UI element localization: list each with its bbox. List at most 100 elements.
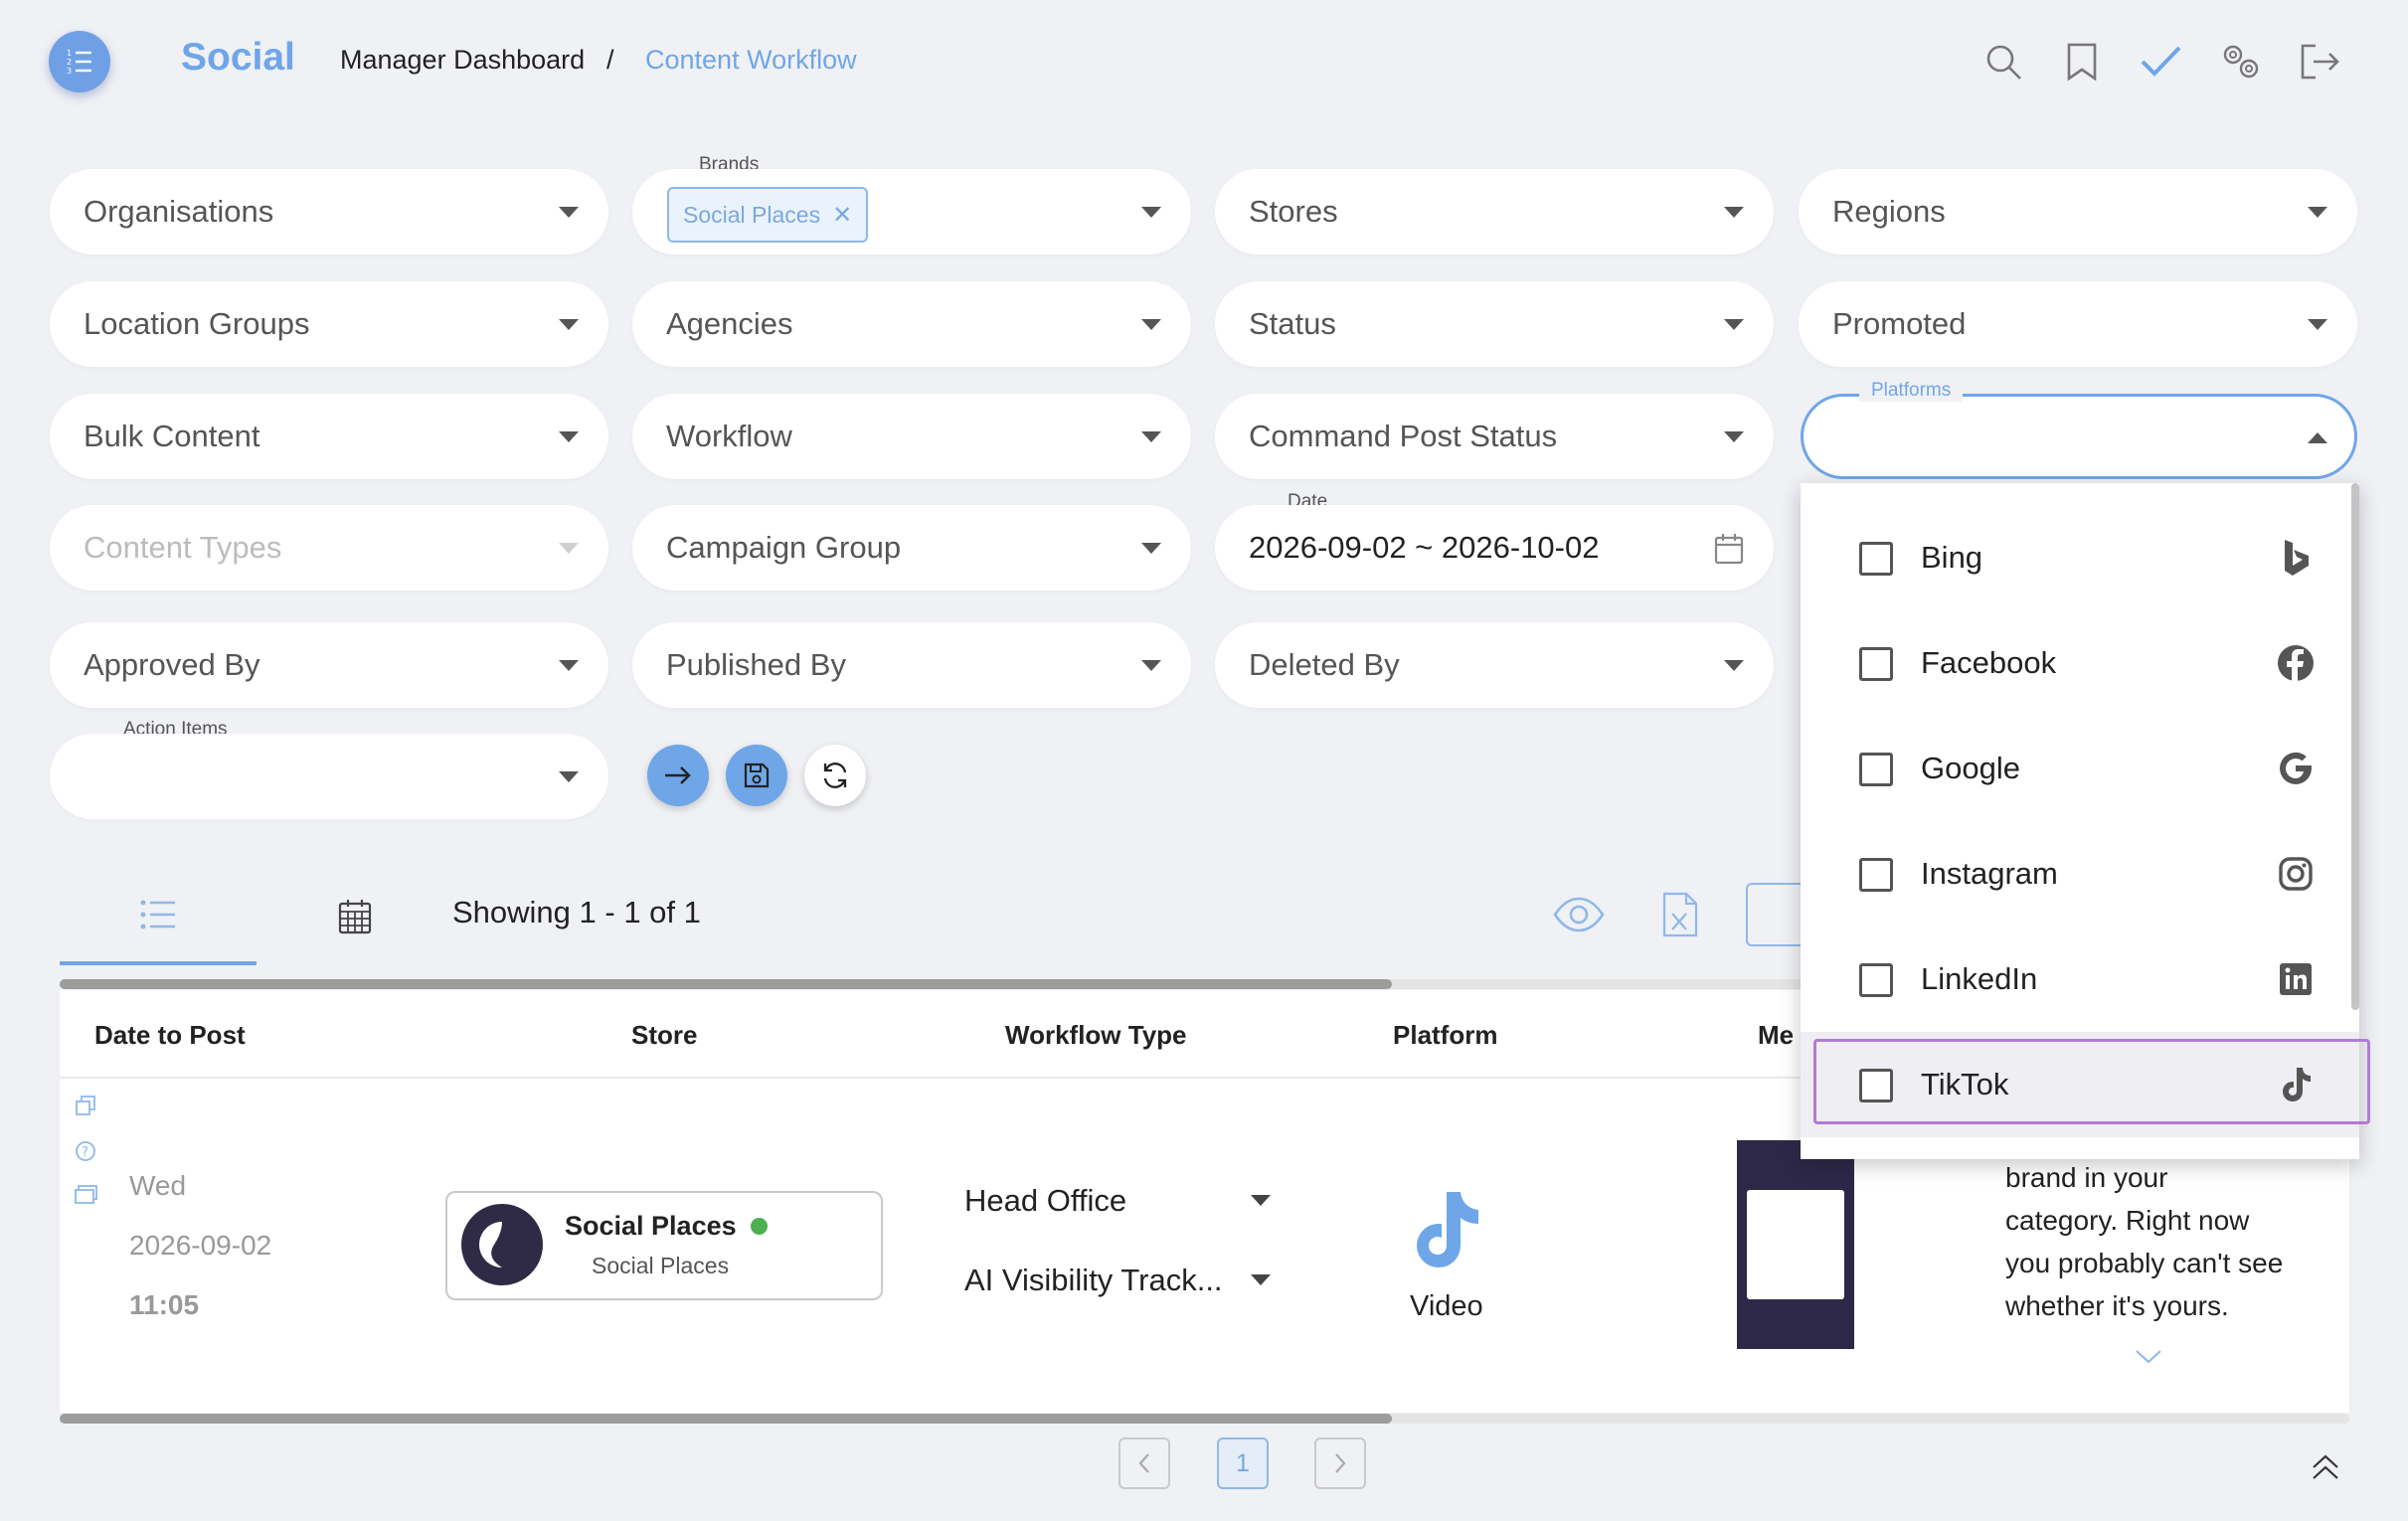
facebook-checkbox[interactable] (1859, 647, 1893, 681)
platform-option-google[interactable]: Google (1801, 716, 2359, 821)
close-icon[interactable]: ✕ (832, 201, 852, 230)
organisations-select[interactable]: Organisations (50, 169, 608, 254)
check-icon[interactable] (2137, 38, 2184, 85)
table-scrollbar-bottom[interactable] (60, 1414, 2349, 1424)
reset-filters-button[interactable] (804, 745, 866, 806)
calendar-icon[interactable] (1714, 533, 1744, 570)
prev-page-button[interactable] (1118, 1437, 1170, 1489)
caret-down-icon (2308, 319, 2327, 330)
platform-option-bing[interactable]: Bing (1801, 505, 2359, 610)
calendar-view-tab[interactable] (338, 899, 372, 939)
caret-down-icon (559, 207, 579, 218)
deleted-by-label: Deleted By (1249, 647, 1400, 682)
gallery-icon[interactable] (74, 1184, 99, 1211)
workflow-type-secondary[interactable]: AI Visibility Track... (964, 1263, 1223, 1298)
approved-by-select[interactable]: Approved By (50, 622, 608, 708)
bulk-content-label: Bulk Content (84, 419, 260, 453)
save-filters-button[interactable] (726, 745, 787, 806)
brand-chip-label: Social Places (683, 201, 821, 228)
tiktok-checkbox[interactable] (1859, 1069, 1893, 1102)
regions-select[interactable]: Regions (1799, 169, 2357, 254)
media-thumbnail[interactable] (1737, 1140, 1854, 1349)
breadcrumb-separator: / (606, 45, 614, 75)
column-header-platform[interactable]: Platform (1393, 1020, 1497, 1051)
apply-filters-button[interactable] (647, 745, 709, 806)
google-checkbox[interactable] (1859, 753, 1893, 786)
column-header-date[interactable]: Date to Post (94, 1020, 246, 1051)
scrollbar-thumb[interactable] (60, 1414, 1392, 1424)
column-header-workflow[interactable]: Workflow Type (1005, 1020, 1187, 1051)
duplicate-icon[interactable] (75, 1095, 96, 1121)
logout-icon[interactable] (2296, 38, 2343, 85)
campaign-group-select[interactable]: Campaign Group (632, 505, 1191, 591)
help-icon[interactable]: ? (75, 1140, 96, 1167)
location-groups-select[interactable]: Location Groups (50, 281, 608, 367)
content-types-select[interactable]: Content Types (50, 505, 608, 591)
promoted-select[interactable]: Promoted (1799, 281, 2357, 367)
action-items-select[interactable] (50, 734, 608, 819)
breadcrumb-root[interactable]: Manager Dashboard (340, 45, 585, 76)
platforms-float-label: Platforms (1859, 380, 1964, 402)
status-select[interactable]: Status (1215, 281, 1774, 367)
workflow-type-primary[interactable]: Head Office (964, 1183, 1126, 1219)
bookmark-icon[interactable] (2058, 38, 2106, 85)
caret-down-icon (559, 771, 579, 782)
platform-option-facebook[interactable]: Facebook (1801, 610, 2359, 716)
bing-checkbox[interactable] (1859, 542, 1893, 576)
caret-down-icon[interactable] (1251, 1274, 1271, 1285)
caret-down-icon (559, 660, 579, 671)
agencies-select[interactable]: Agencies (632, 281, 1191, 367)
bulk-content-select[interactable]: Bulk Content (50, 394, 608, 479)
caret-down-icon (1141, 207, 1161, 218)
scrollbar-thumb[interactable] (60, 979, 1392, 989)
stores-select[interactable]: Stores (1215, 169, 1774, 254)
date-range-input[interactable]: 2026-09-02 ~ 2026-10-02 (1215, 505, 1774, 591)
next-page-button[interactable] (1314, 1437, 1366, 1489)
svg-text:1: 1 (67, 49, 72, 58)
store-name: Social Places (565, 1211, 737, 1241)
list-view-tab[interactable] (140, 899, 176, 935)
published-by-select[interactable]: Published By (632, 622, 1191, 708)
deleted-by-select[interactable]: Deleted By (1215, 622, 1774, 708)
option-label: TikTok (1921, 1067, 2009, 1101)
store-avatar (461, 1204, 543, 1285)
settings-gears-icon[interactable] (2217, 38, 2265, 85)
tiktok-icon (2276, 1065, 2316, 1104)
store-card[interactable]: Social Places Social Places (445, 1191, 883, 1300)
platform-option-linkedin[interactable]: LinkedIn (1801, 927, 2359, 1032)
column-header-store[interactable]: Store (631, 1020, 697, 1051)
tiktok-platform-icon (1405, 1188, 1484, 1278)
scroll-to-top-icon[interactable] (2311, 1453, 2340, 1486)
preview-toggle-button[interactable] (1553, 895, 1605, 939)
brands-select[interactable]: Social Places ✕ (632, 169, 1191, 254)
svg-text:2: 2 (67, 58, 72, 67)
regions-label: Regions (1832, 194, 1946, 229)
platforms-select[interactable] (1801, 394, 2357, 479)
caret-up-icon (2308, 432, 2327, 443)
stores-label: Stores (1249, 194, 1338, 229)
caret-down-icon (1141, 660, 1161, 671)
caret-down-icon (559, 319, 579, 330)
chevron-left-icon (1138, 1453, 1149, 1473)
svg-text:3: 3 (67, 67, 72, 76)
search-icon[interactable] (1979, 38, 2027, 85)
option-label: Instagram (1921, 856, 2058, 891)
platform-option-tiktok[interactable]: TikTok (1801, 1032, 2359, 1137)
post-time: 11:05 (129, 1289, 200, 1320)
app-brand[interactable]: Social (181, 36, 295, 80)
page-button-current[interactable]: 1 (1217, 1437, 1269, 1489)
workflow-select[interactable]: Workflow (632, 394, 1191, 479)
promoted-label: Promoted (1832, 306, 1967, 341)
expand-message-icon[interactable] (2135, 1347, 2162, 1370)
linkedin-checkbox[interactable] (1859, 963, 1893, 997)
export-excel-button[interactable] (1662, 892, 1698, 942)
menu-toggle-button[interactable]: 123 (49, 31, 110, 92)
brand-chip[interactable]: Social Places ✕ (667, 187, 869, 243)
command-post-status-select[interactable]: Command Post Status (1215, 394, 1774, 479)
option-label: Bing (1921, 540, 1983, 575)
caret-down-icon[interactable] (1251, 1195, 1271, 1206)
column-header-message[interactable]: Me (1758, 1020, 1794, 1051)
instagram-checkbox[interactable] (1859, 858, 1893, 892)
post-day: Wed (129, 1170, 187, 1201)
platform-option-instagram[interactable]: Instagram (1801, 821, 2359, 927)
